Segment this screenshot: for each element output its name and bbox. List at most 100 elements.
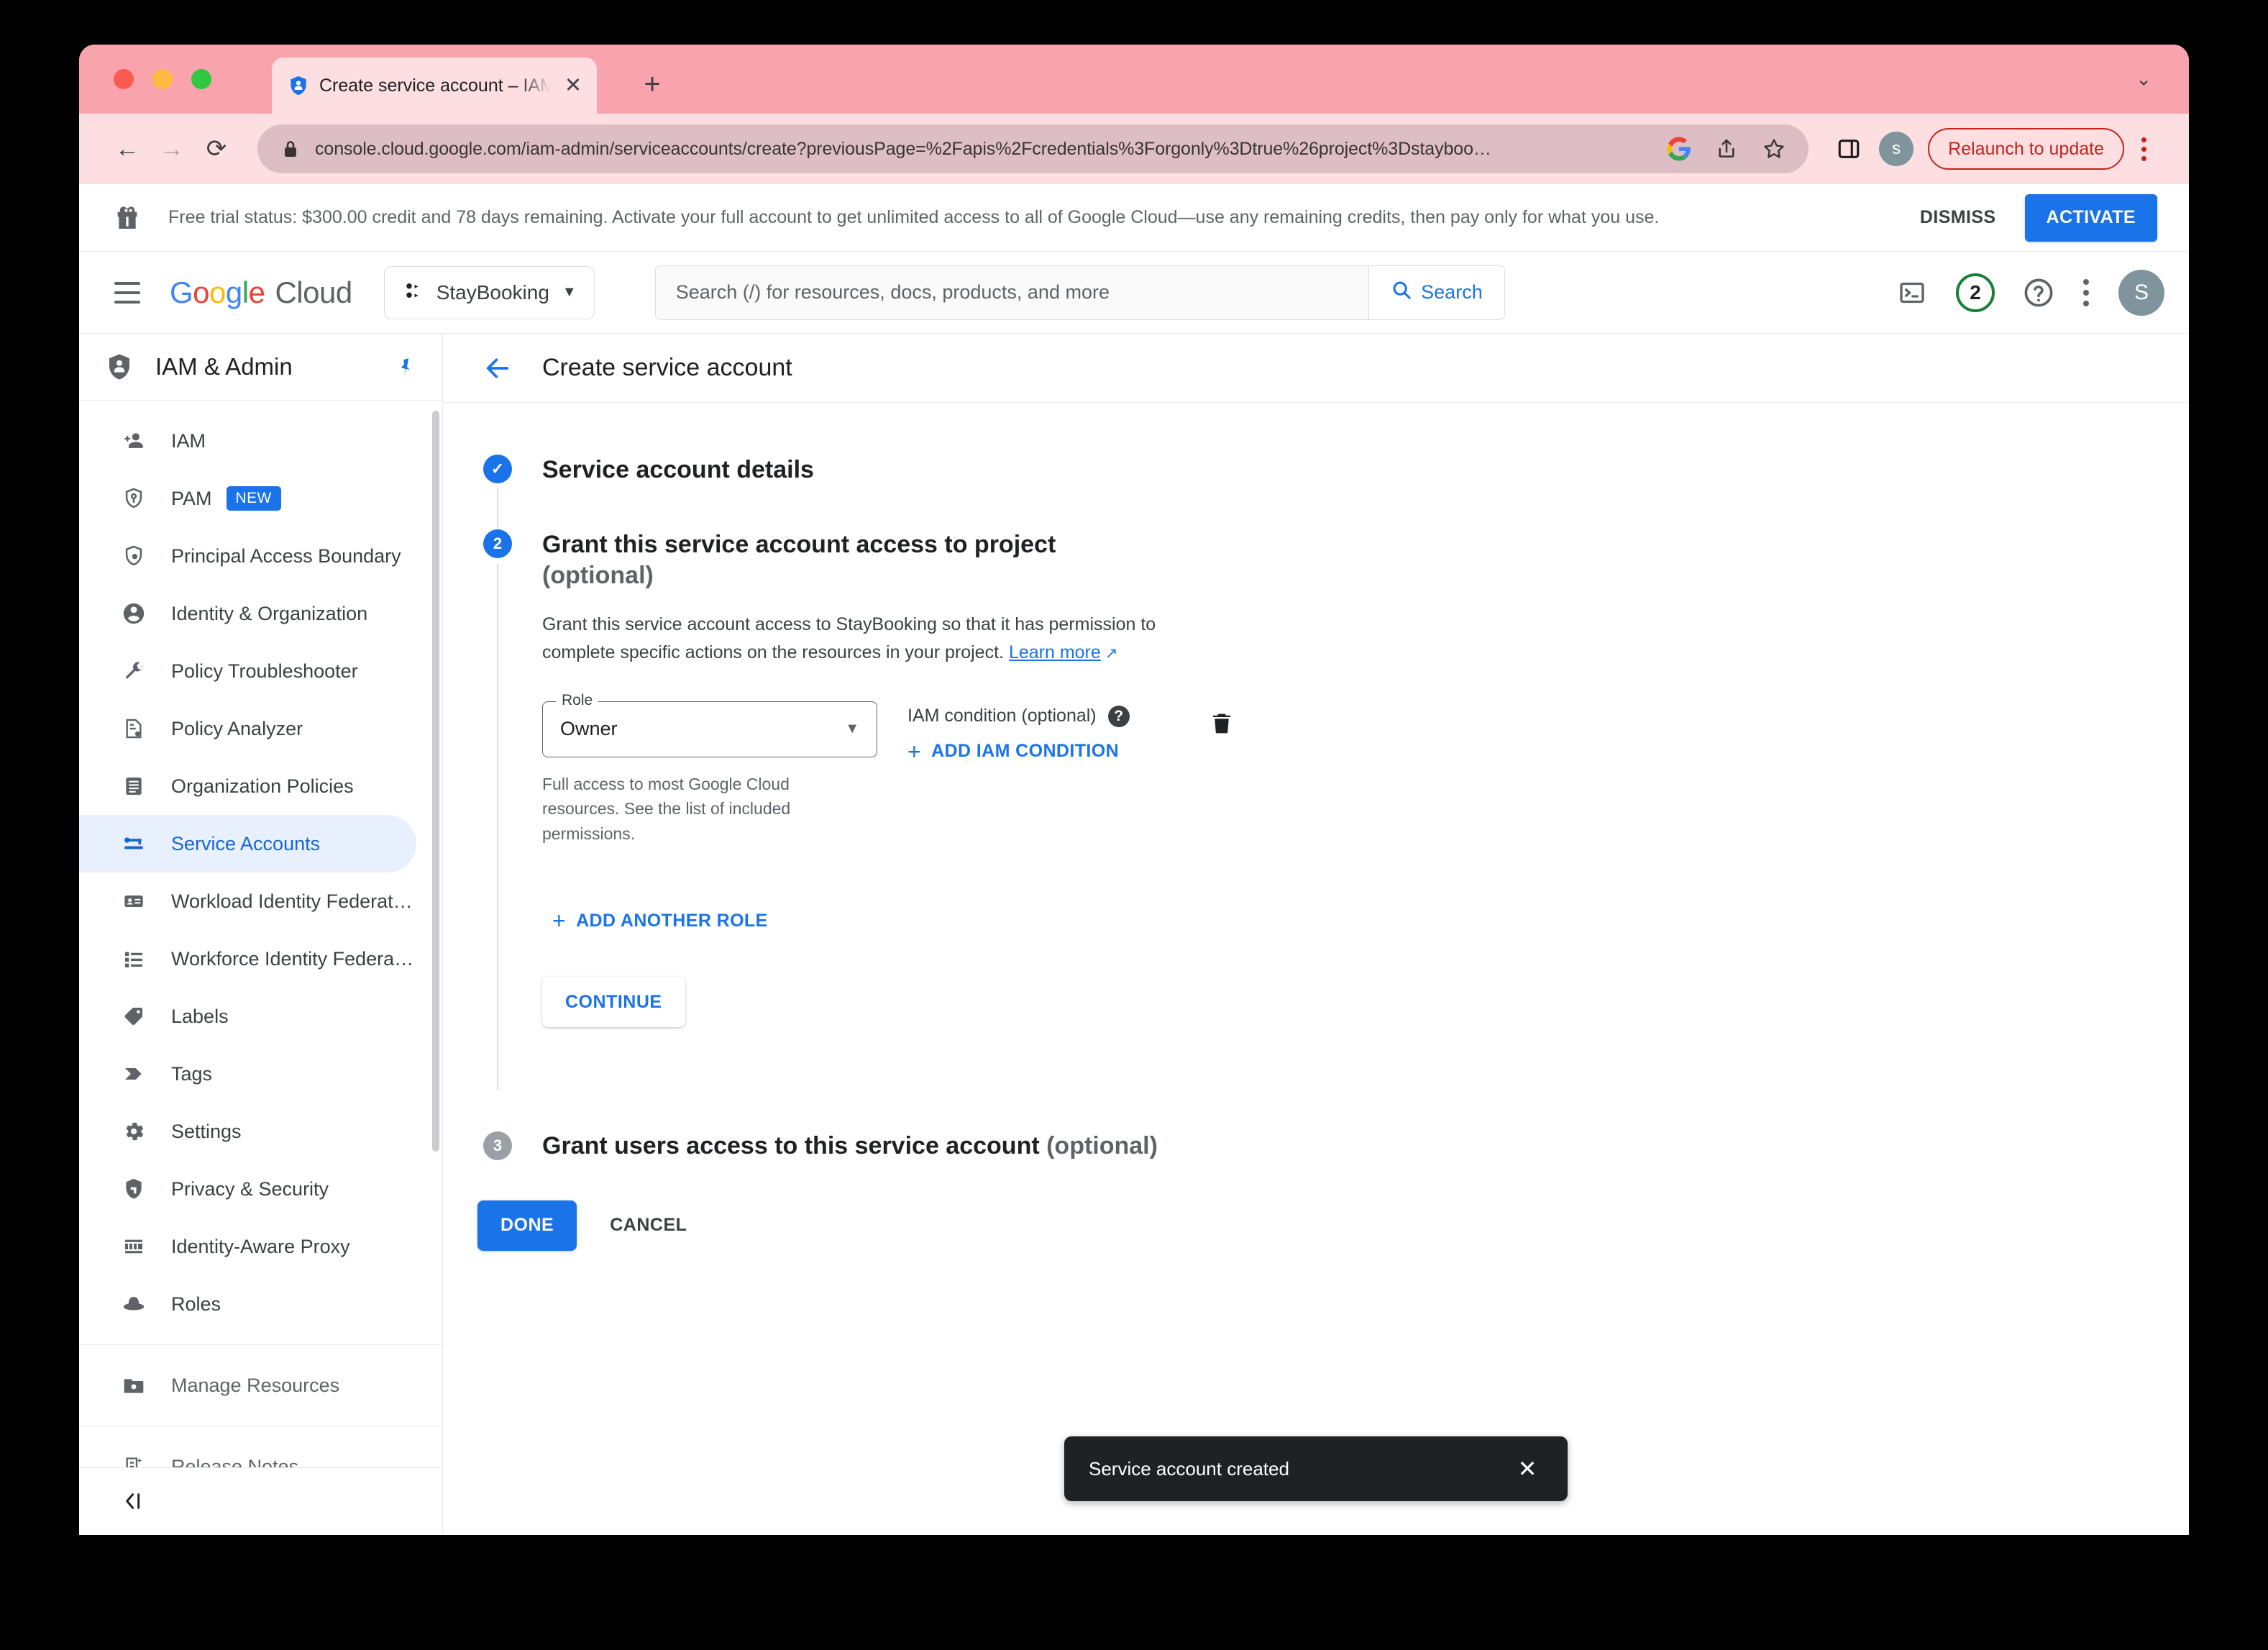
step-title-text: Grant users access to this service accou…: [542, 1132, 1040, 1159]
new-tab-button[interactable]: +: [633, 65, 672, 104]
sidebar-title: IAM & Admin: [155, 353, 293, 380]
iap-icon: [118, 1235, 150, 1258]
add-another-role-label: ADD ANOTHER ROLE: [576, 910, 768, 931]
sidebar-item-labels[interactable]: Labels: [79, 988, 416, 1045]
sidebar-item-label: Labels: [171, 1005, 229, 1027]
trial-status-text: Free trial status: $300.00 credit and 78…: [168, 207, 1660, 227]
back-arrow-icon[interactable]: [477, 354, 518, 383]
sidebar-item-workload-identity-federation[interactable]: Workload Identity Federat…: [79, 872, 416, 930]
wizard-step-grant-project-access: 2 Grant this service account access to p…: [443, 529, 2189, 1090]
close-window-button[interactable]: [114, 69, 134, 89]
sidebar-item-label: Tags: [171, 1062, 213, 1085]
dismiss-button[interactable]: DISMISS: [1901, 207, 2015, 228]
sidebar-item-label: Principal Access Boundary: [171, 544, 401, 567]
relaunch-to-update-button[interactable]: Relaunch to update: [1928, 128, 2124, 170]
sidebar-item-policy-analyzer[interactable]: Policy Analyzer: [79, 700, 416, 757]
activate-button[interactable]: ACTIVATE: [2024, 193, 2157, 242]
search-button-label: Search: [1421, 281, 1483, 303]
sidebar-item-pam[interactable]: PAM NEW: [79, 470, 416, 527]
google-cloud-logo[interactable]: Google Cloud: [170, 275, 352, 310]
sidebar-item-release-notes[interactable]: Release Notes: [79, 1438, 416, 1467]
continue-button[interactable]: CONTINUE: [542, 977, 685, 1027]
sidebar-item-label: Roles: [171, 1293, 221, 1315]
sidebar-scrollbar[interactable]: [432, 411, 439, 1152]
address-bar[interactable]: console.cloud.google.com/iam-admin/servi…: [257, 124, 1809, 173]
step-title[interactable]: Service account details: [542, 455, 2189, 486]
iam-condition-block: IAM condition (optional) ? + ADD IAM CON…: [907, 701, 1130, 763]
add-another-role-button[interactable]: + ADD ANOTHER ROLE: [552, 909, 768, 932]
close-icon[interactable]: ✕: [561, 73, 585, 98]
project-selector[interactable]: StayBooking ▼: [383, 265, 595, 319]
sidebar-item-principal-access-boundary[interactable]: Principal Access Boundary: [79, 527, 416, 585]
project-name: StayBooking: [436, 281, 549, 304]
done-button[interactable]: DONE: [477, 1200, 577, 1251]
role-field: Role Owner ▼ Full access to most Google …: [542, 691, 877, 847]
sidebar-item-service-accounts[interactable]: Service Accounts: [79, 815, 416, 873]
logo-letter-e: e: [248, 275, 265, 309]
wizard-step-grant-users-access: 3 Grant users access to this service acc…: [443, 1131, 2189, 1162]
forward-button[interactable]: →: [150, 127, 194, 171]
browser-window: Create service account – IAM & Admin ✕ +…: [79, 45, 2189, 1535]
sidebar-item-label: Manage Resources: [171, 1374, 340, 1396]
sidebar-item-identity-aware-proxy[interactable]: Identity-Aware Proxy: [79, 1218, 416, 1275]
pin-icon[interactable]: [390, 356, 422, 378]
notification-count-badge: 2: [1956, 273, 1995, 312]
sidebar-item-iam[interactable]: IAM: [79, 412, 416, 470]
kebab-menu-icon[interactable]: [2127, 129, 2160, 169]
sidebar-item-workforce-identity-federation[interactable]: Workforce Identity Federa…: [79, 930, 416, 988]
minimize-window-button[interactable]: [152, 69, 173, 89]
more-vert-icon[interactable]: [2065, 266, 2107, 319]
learn-more-link[interactable]: Learn more: [1009, 642, 1101, 662]
chevron-down-icon[interactable]: ⌄: [2136, 68, 2152, 91]
sidebar-item-roles[interactable]: Roles: [79, 1275, 416, 1333]
list-bullets-icon: [118, 947, 150, 970]
sidebar-item-label: Policy Troubleshooter: [171, 660, 358, 682]
notifications-button[interactable]: 2: [1949, 266, 2002, 319]
hamburger-menu-icon[interactable]: [101, 266, 154, 319]
help-circle-icon[interactable]: [2012, 266, 2065, 319]
collapse-panel-icon[interactable]: [118, 1490, 150, 1513]
step-title-optional: (optional): [542, 561, 654, 589]
sidebar-item-privacy-security[interactable]: Privacy & Security: [79, 1160, 416, 1218]
trash-icon[interactable]: [1202, 701, 1242, 742]
step-connector-line: [497, 564, 498, 1090]
hat-roles-icon: [118, 1292, 150, 1316]
step-connector-line: [497, 489, 498, 529]
logo-letter-o2: o: [209, 275, 226, 309]
step-body: Grant this service account access to pro…: [518, 529, 2189, 1090]
search-icon: [1391, 279, 1412, 306]
role-select[interactable]: Role Owner ▼: [542, 691, 877, 757]
sidebar-item-policy-troubleshooter[interactable]: Policy Troubleshooter: [79, 642, 416, 700]
google-g-icon[interactable]: [1663, 133, 1695, 165]
step-title[interactable]: Grant users access to this service accou…: [542, 1131, 2189, 1162]
reload-button[interactable]: ⟳: [194, 127, 239, 171]
step-gutter: 2: [477, 529, 518, 1090]
search-button[interactable]: Search: [1368, 265, 1504, 319]
browser-tab[interactable]: Create service account – IAM & Admin ✕: [272, 58, 597, 114]
add-iam-condition-label: ADD IAM CONDITION: [931, 741, 1120, 761]
shield-check-icon: [118, 1177, 150, 1201]
maximize-window-button[interactable]: [191, 69, 211, 89]
key-card-icon: [118, 831, 150, 856]
side-panel-icon[interactable]: [1829, 129, 1869, 169]
wrench-icon: [118, 659, 150, 683]
cloud-shell-terminal-icon[interactable]: [1885, 266, 1939, 319]
browser-profile-avatar[interactable]: s: [1879, 132, 1914, 166]
help-icon[interactable]: ?: [1107, 705, 1130, 727]
back-button[interactable]: ←: [105, 127, 150, 171]
global-search[interactable]: Search (/) for resources, docs, products…: [654, 265, 1505, 320]
step-marker-2: 2: [483, 529, 512, 558]
add-iam-condition-button[interactable]: + ADD IAM CONDITION: [907, 740, 1119, 763]
sidebar-item-settings[interactable]: Settings: [79, 1103, 416, 1160]
search-input[interactable]: Search (/) for resources, docs, products…: [656, 266, 1368, 319]
sidebar-item-manage-resources[interactable]: Manage Resources: [79, 1357, 416, 1414]
sidebar-item-tags[interactable]: Tags: [79, 1045, 416, 1103]
share-icon[interactable]: [1711, 133, 1742, 165]
role-assignment-row: Role Owner ▼ Full access to most Google …: [542, 691, 2189, 847]
star-icon[interactable]: [1758, 133, 1790, 165]
sidebar-item-organization-policies[interactable]: Organization Policies: [79, 757, 416, 815]
cancel-button[interactable]: CANCEL: [587, 1200, 710, 1251]
avatar[interactable]: S: [2118, 269, 2164, 316]
sidebar-item-identity-organization[interactable]: Identity & Organization: [79, 585, 416, 642]
close-icon[interactable]: ✕: [1512, 1453, 1543, 1485]
